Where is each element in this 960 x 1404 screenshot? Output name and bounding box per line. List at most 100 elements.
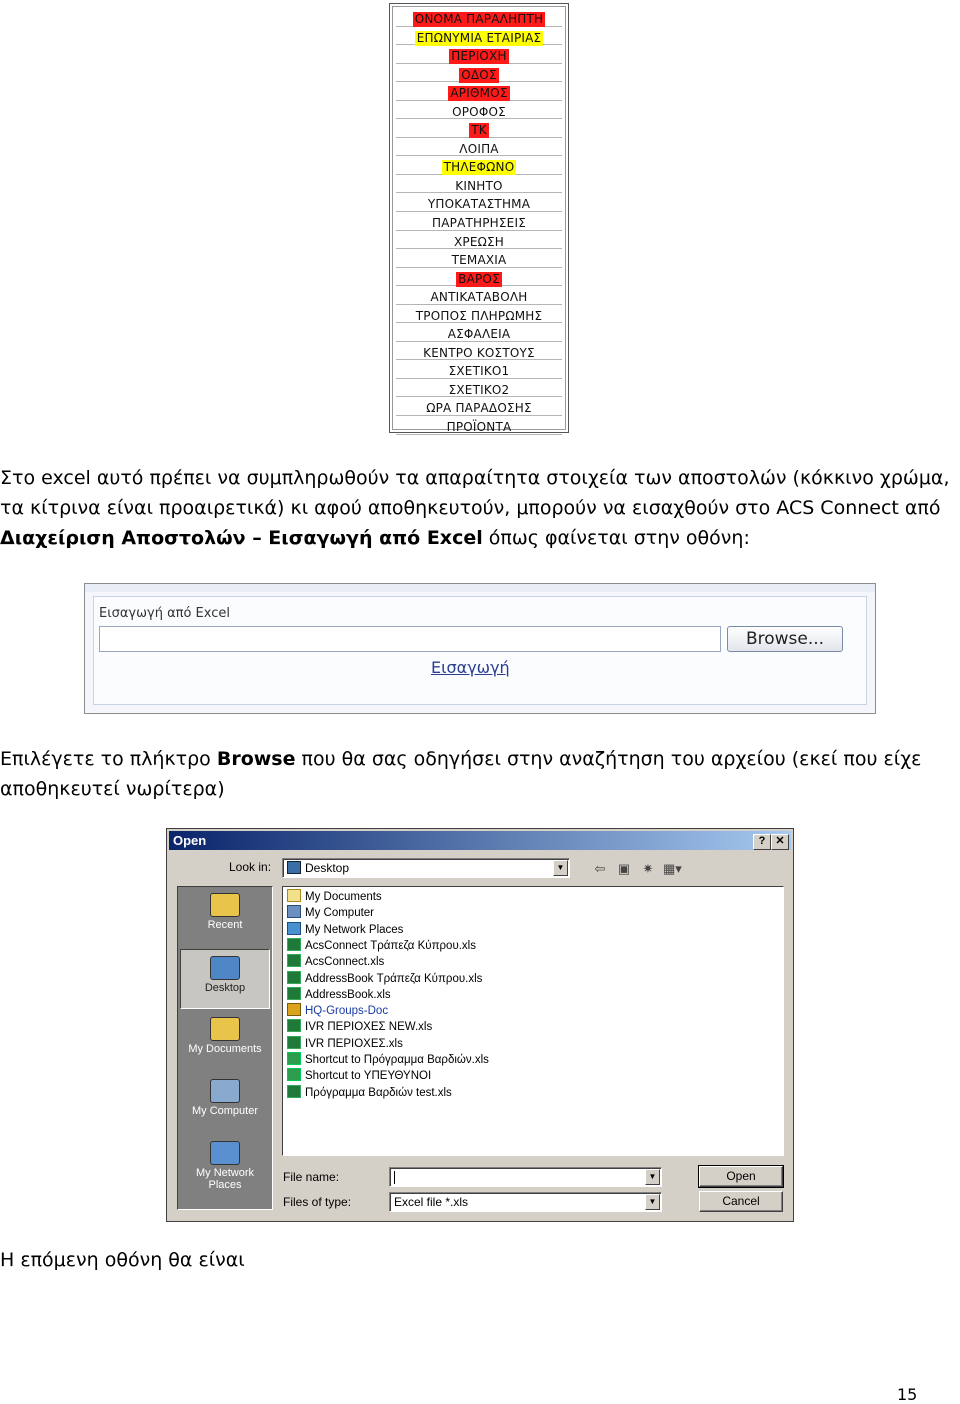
place-my-computer[interactable]: My Computer	[180, 1073, 270, 1133]
cancel-button[interactable]: Cancel	[699, 1191, 783, 1212]
new-folder-icon[interactable]: ✷	[639, 861, 657, 877]
field-list-rows: ΟΝΟΜΑ ΠΑΡΑΛΗΠΤΗ ΕΠΩΝΥΜΙΑ ΕΤΑΙΡΙΑΣ ΠΕΡΙΟΧΗ Ο…	[396, 8, 562, 435]
field-label: ΤΡΟΠΟΣ ΠΛΗΡΩΜΗΣ	[415, 308, 543, 323]
file-name: AddressBook Τράπεζα Κύπρου.xls	[305, 972, 483, 985]
file-item[interactable]: HQ-Groups-Doc	[287, 1003, 388, 1019]
desktop-icon	[287, 861, 301, 874]
file-name-input[interactable]: ▼	[389, 1167, 662, 1187]
file-item[interactable]: IVR ΠΕΡΙΟΧΕΣ.xls	[287, 1035, 403, 1052]
import-link[interactable]: Εισαγωγή	[431, 658, 510, 677]
field-label: ΠΡΟΪΟΝΤΑ	[446, 420, 512, 435]
file-path-input[interactable]	[99, 626, 721, 652]
place-desktop[interactable]: Desktop	[180, 949, 270, 1009]
file-item[interactable]: AddressBook Τράπεζα Κύπρου.xls	[287, 970, 483, 987]
field-row: ΩΡΑ ΠΑΡΑΔΟΣΗΣ	[396, 397, 562, 417]
field-row: ΟΝΟΜΑ ΠΑΡΑΛΗΠΤΗ	[396, 8, 562, 27]
look-in-label: Look in:	[229, 860, 272, 874]
file-name: My Computer	[305, 907, 375, 920]
open-file-dialog: Open ? ✕ Look in: Desktop ▼ ⇦ ▣ ✷ ▦▾ Recent…	[166, 828, 794, 1222]
file-type-select[interactable]: Excel file *.xls ▼	[389, 1192, 662, 1212]
field-row: ΚΕΝΤΡΟ ΚΟΣΤΟΥΣ	[396, 342, 562, 361]
file-name: HQ-Groups-Doc	[305, 1005, 389, 1018]
view-menu-icon[interactable]: ▦▾	[663, 861, 682, 877]
field-row: ΥΠΟΚΑΤΑΣΤΗΜΑ	[396, 193, 562, 213]
close-button[interactable]: ✕	[771, 834, 789, 850]
field-label: ΑΝΤΙΚΑΤΑΒΟΛΗ	[430, 290, 528, 305]
file-name: AcsConnect Τράπεζα Κύπρου.xls	[305, 939, 476, 952]
excel-field-list: ΟΝΟΜΑ ΠΑΡΑΛΗΠΤΗ ΕΠΩΝΥΜΙΑ ΕΤΑΙΡΙΑΣ ΠΕΡΙΟΧΗ Ο…	[389, 3, 569, 435]
field-label: ΤΕΜΑΧΙΑ	[451, 253, 507, 268]
look-in-value: Desktop	[305, 861, 350, 875]
field-row: ΑΣΦΑΛΕΙΑ	[396, 323, 562, 342]
page-number: 15	[897, 1385, 918, 1404]
file-name: Shortcut to ΥΠΕΥΘΥΝΟΙ	[305, 1070, 432, 1083]
back-arrow-icon[interactable]: ⇦	[591, 861, 609, 877]
field-row: ΣΧΕΤΙΚΟ1	[396, 360, 562, 379]
open-button[interactable]: Open	[698, 1165, 784, 1188]
field-row: ΛΟΙΠΑ	[396, 138, 562, 157]
browse-button[interactable]: Browse...	[727, 626, 843, 652]
file-type-label: Files of type:	[283, 1195, 352, 1209]
dialog-title: Open	[173, 833, 207, 848]
field-label: ΟΝΟΜΑ ΠΑΡΑΛΗΠΤΗ	[412, 12, 546, 27]
chevron-down-icon[interactable]: ▼	[553, 860, 568, 876]
file-list: My Documents My Computer My Network Places…	[282, 886, 784, 1156]
field-row: ΤΕΜΑΧΙΑ	[396, 249, 562, 268]
computer-icon	[287, 905, 301, 919]
paragraph-browse: Επιλέγετε το πλήκτρο Browse που θα σας ο…	[0, 744, 921, 804]
place-label: My Computer	[191, 1105, 259, 1117]
file-name: Shortcut to Πρόγραμμα Βαρδιών.xls	[305, 1054, 489, 1066]
file-item[interactable]: My Network Places	[287, 921, 404, 938]
field-row: ΤΗΛΕΦΩΝΟ	[396, 156, 562, 176]
shortcut-icon	[287, 1068, 301, 1082]
file-item[interactable]: AcsConnect Τράπεζα Κύπρου.xls	[287, 937, 476, 954]
file-item[interactable]: My Computer	[287, 905, 374, 921]
file-item[interactable]: My Documents	[287, 889, 382, 905]
computer-icon	[210, 1079, 240, 1103]
file-name-label: File name:	[283, 1170, 340, 1184]
file-type-value: Excel file *.xls	[394, 1195, 469, 1209]
paragraph-next-screen: Η επόμενη οθόνη θα είναι	[0, 1249, 245, 1271]
place-recent[interactable]: Recent	[180, 887, 270, 947]
place-my-documents[interactable]: My Documents	[180, 1011, 270, 1071]
file-item[interactable]: AcsConnect.xls	[287, 954, 384, 970]
file-name: My Network Places	[305, 923, 404, 936]
paragraph-line: αποθηκευτεί νωρίτερα)	[0, 778, 225, 800]
field-label: ΣΧΕΤΙΚΟ2	[448, 382, 510, 397]
file-item[interactable]: IVR ΠΕΡΙΟΧΕΣ NEW.xls	[287, 1019, 432, 1035]
field-label: ΚΕΝΤΡΟ ΚΟΣΤΟΥΣ	[423, 345, 535, 360]
file-item[interactable]: Πρόγραμμα Βαρδιών test.xls	[287, 1084, 452, 1101]
excel-file-icon	[287, 954, 301, 968]
file-name: My Documents	[305, 891, 382, 903]
field-row: ΧΡΕΩΣΗ	[396, 231, 562, 250]
file-item[interactable]: Shortcut to Πρόγραμμα Βαρδιών.xls	[287, 1052, 489, 1068]
field-label: ΑΡΙΘΜΟΣ	[448, 86, 510, 102]
chevron-down-icon[interactable]: ▼	[645, 1169, 660, 1185]
paragraph-text: όπως φαίνεται στην οθόνη:	[482, 527, 750, 549]
file-item[interactable]: Shortcut to ΥΠΕΥΘΥΝΟΙ	[287, 1068, 431, 1084]
up-folder-icon[interactable]: ▣	[615, 861, 633, 877]
field-row: ΤΡΟΠΟΣ ΠΛΗΡΩΜΗΣ	[396, 305, 562, 324]
place-label: My Documents	[188, 1043, 262, 1055]
group-icon	[287, 1003, 301, 1017]
field-label: ΑΣΦΑΛΕΙΑ	[447, 327, 511, 342]
field-row: ΑΡΙΘΜΟΣ	[396, 82, 562, 102]
chevron-down-icon[interactable]: ▼	[645, 1194, 660, 1210]
look-in-combo[interactable]: Desktop ▼	[282, 858, 570, 878]
help-button[interactable]: ?	[753, 834, 771, 850]
place-my-network-places[interactable]: My Network Places	[180, 1135, 270, 1195]
file-name: Πρόγραμμα Βαρδιών test.xls	[305, 1086, 452, 1099]
field-row: ΤΚ	[396, 119, 562, 139]
import-panel-title: Εισαγωγή από Excel	[99, 606, 230, 621]
file-name: AddressBook.xls	[305, 988, 391, 1001]
folder-icon	[210, 893, 240, 917]
text-caret	[394, 1171, 395, 1184]
file-name: AcsConnect.xls	[305, 956, 385, 969]
field-row: ΕΠΩΝΥΜΙΑ ΕΤΑΙΡΙΑΣ	[396, 27, 562, 46]
file-item[interactable]: AddressBook.xls	[287, 986, 391, 1003]
paragraph-instructions: Στο excel αυτό πρέπει να συμπληρωθούν τα…	[0, 463, 950, 553]
paragraph-line: Επιλέγετε το πλήκτρο Browse που θα σας ο…	[0, 744, 921, 774]
excel-import-panel: Εισαγωγή από Excel Browse... Εισαγωγή	[84, 583, 876, 714]
excel-file-icon	[287, 1035, 301, 1049]
field-row: ΠΑΡΑΤΗΡΗΣΕΙΣ	[396, 212, 562, 231]
